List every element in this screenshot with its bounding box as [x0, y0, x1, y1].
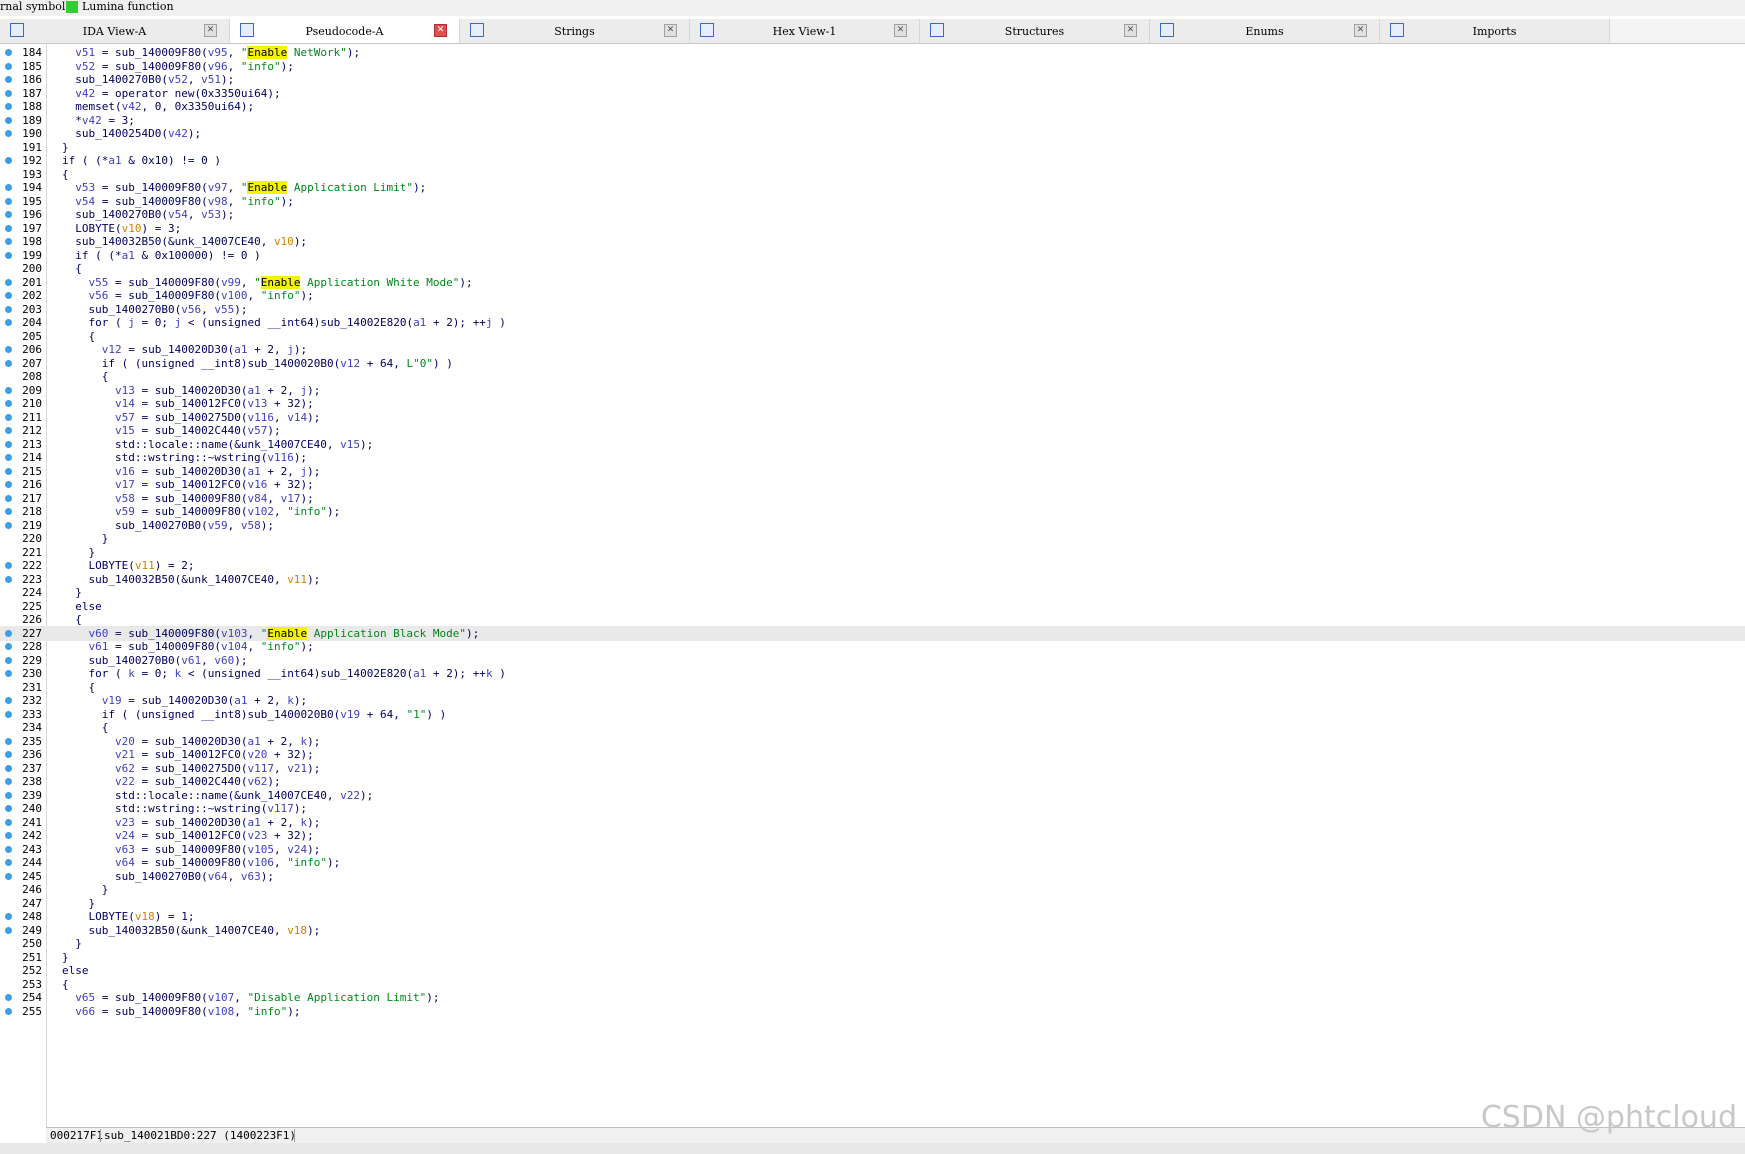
breakpoint-dot-icon[interactable] — [5, 197, 12, 205]
breakpoint-dot-icon[interactable] — [5, 89, 12, 97]
tab-imports[interactable]: Imports — [1380, 19, 1610, 43]
legend-swatch-lumina — [66, 1, 78, 13]
breakpoint-dot-icon[interactable] — [5, 737, 12, 745]
breakpoint-dot-icon[interactable] — [5, 575, 12, 583]
breakpoint-dot-icon[interactable] — [5, 845, 12, 853]
breakpoint-dot-icon[interactable] — [5, 656, 12, 664]
breakpoint-dot-icon[interactable] — [5, 521, 12, 529]
tab-label: Pseudocode-A — [305, 25, 384, 38]
breakpoint-dot-icon[interactable] — [5, 859, 12, 866]
breakpoint-dot-icon[interactable] — [5, 697, 12, 704]
breakpoint-dot-icon[interactable] — [5, 994, 12, 1001]
breakpoint-dot-icon[interactable] — [5, 778, 12, 785]
breakpoint-dot-icon[interactable] — [5, 103, 12, 110]
breakpoint-dot-icon[interactable] — [5, 710, 12, 718]
breakpoint-dot-icon[interactable] — [5, 508, 12, 515]
breakpoint-dot-icon[interactable] — [5, 643, 12, 650]
tab-bar: IDA View-A ✕ Pseudocode-A ✕ Strings ✕ Hex View… — [0, 19, 1745, 44]
legend-label-lumina: Lumina function — [82, 0, 174, 13]
breakpoint-dot-icon[interactable] — [5, 440, 12, 448]
breakpoint-dot-icon[interactable] — [5, 481, 12, 488]
breakpoint-dot-icon[interactable] — [5, 913, 12, 920]
breakpoint-dot-icon[interactable] — [5, 413, 12, 421]
close-icon[interactable]: ✕ — [204, 24, 217, 37]
breakpoint-dot-icon[interactable] — [5, 305, 12, 313]
breakpoint-dot-icon[interactable] — [5, 400, 12, 407]
breakpoint-dot-icon[interactable] — [5, 251, 12, 259]
breakpoint-dot-icon[interactable] — [5, 184, 12, 191]
breakpoint-dot-icon[interactable] — [5, 76, 12, 83]
bottom-bar — [0, 1143, 1745, 1154]
tab-label: Imports — [1472, 25, 1517, 38]
breakpoint-dot-icon[interactable] — [5, 494, 12, 502]
watermark: CSDN @phtcloud — [1480, 1100, 1737, 1135]
breakpoint-dot-icon[interactable] — [5, 278, 12, 286]
breakpoint-dot-icon[interactable] — [5, 386, 12, 394]
breakpoint-dot-icon[interactable] — [5, 224, 12, 232]
breakpoint-dot-icon[interactable] — [5, 359, 12, 367]
status-location: sub_140021BD0:227 (1400223F1) — [104, 1129, 297, 1142]
tab-label: IDA View-A — [82, 25, 147, 38]
breakpoint-dot-icon[interactable] — [5, 818, 12, 826]
breakpoint-dot-icon[interactable] — [5, 49, 12, 56]
breakpoint-dot-icon[interactable] — [5, 872, 12, 880]
tab-structures[interactable]: Structures ✕ — [920, 19, 1150, 43]
close-icon[interactable]: ✕ — [894, 24, 907, 37]
close-icon[interactable]: ✕ — [434, 24, 447, 37]
breakpoint-dot-icon[interactable] — [5, 238, 12, 245]
breakpoint-dot-icon[interactable] — [5, 764, 12, 772]
breakpoint-dot-icon[interactable] — [5, 116, 12, 124]
pseudocode-view[interactable]: 184 v51 = sub_140009F80(v95, "Enable Net… — [0, 44, 1745, 1127]
close-icon[interactable]: ✕ — [1354, 24, 1367, 37]
breakpoint-dot-icon[interactable] — [5, 751, 12, 758]
tab-ida-view-a[interactable]: IDA View-A ✕ — [0, 19, 230, 43]
breakpoint-dot-icon[interactable] — [5, 157, 12, 164]
status-divider — [100, 1129, 101, 1142]
breakpoint-dot-icon[interactable] — [5, 791, 12, 799]
breakpoint-dot-icon[interactable] — [5, 346, 12, 353]
tab-label: Enums — [1245, 25, 1284, 38]
close-icon[interactable]: ✕ — [1124, 24, 1137, 37]
tab-pseudocode-a[interactable]: Pseudocode-A ✕ — [230, 19, 460, 43]
breakpoint-dot-icon[interactable] — [5, 629, 12, 637]
tab-label: Hex View-1 — [772, 25, 837, 38]
close-icon[interactable]: ✕ — [664, 24, 677, 37]
breakpoint-dot-icon[interactable] — [5, 292, 12, 299]
breakpoint-dot-icon[interactable] — [5, 454, 12, 461]
breakpoint-dot-icon[interactable] — [5, 1007, 12, 1015]
line-text: v66 = sub_140009F80(v108, "info"); — [75, 1004, 301, 1018]
breakpoint-dot-icon[interactable] — [5, 130, 12, 137]
status-address: 000217F1 — [50, 1129, 103, 1142]
breakpoint-dot-icon[interactable] — [5, 467, 12, 475]
breakpoint-dot-icon[interactable] — [5, 832, 12, 839]
tab-hex-view-1[interactable]: Hex View-1 ✕ — [690, 19, 920, 43]
status-divider — [294, 1129, 295, 1142]
breakpoint-dot-icon[interactable] — [5, 427, 12, 434]
legend-label-symbol: rnal symbol — [0, 0, 66, 13]
breakpoint-dot-icon[interactable] — [5, 805, 12, 812]
breakpoint-dot-icon[interactable] — [5, 211, 12, 218]
breakpoint-dot-icon[interactable] — [5, 62, 12, 70]
code-line[interactable]: 255 v66 = sub_140009F80(v108, "info"); — [0, 1004, 1745, 1019]
breakpoint-dot-icon[interactable] — [5, 926, 12, 934]
tab-label: Structures — [1004, 25, 1065, 38]
legend-bar: rnal symbol Lumina function — [0, 0, 1745, 16]
tab-enums[interactable]: Enums ✕ — [1150, 19, 1380, 43]
tab-strings[interactable]: Strings ✕ — [460, 19, 690, 43]
breakpoint-dot-icon[interactable] — [5, 319, 12, 326]
breakpoint-dot-icon[interactable] — [5, 562, 12, 569]
tab-label: Strings — [554, 25, 595, 38]
breakpoint-dot-icon[interactable] — [5, 670, 12, 677]
line-number: 255 — [22, 1004, 42, 1018]
